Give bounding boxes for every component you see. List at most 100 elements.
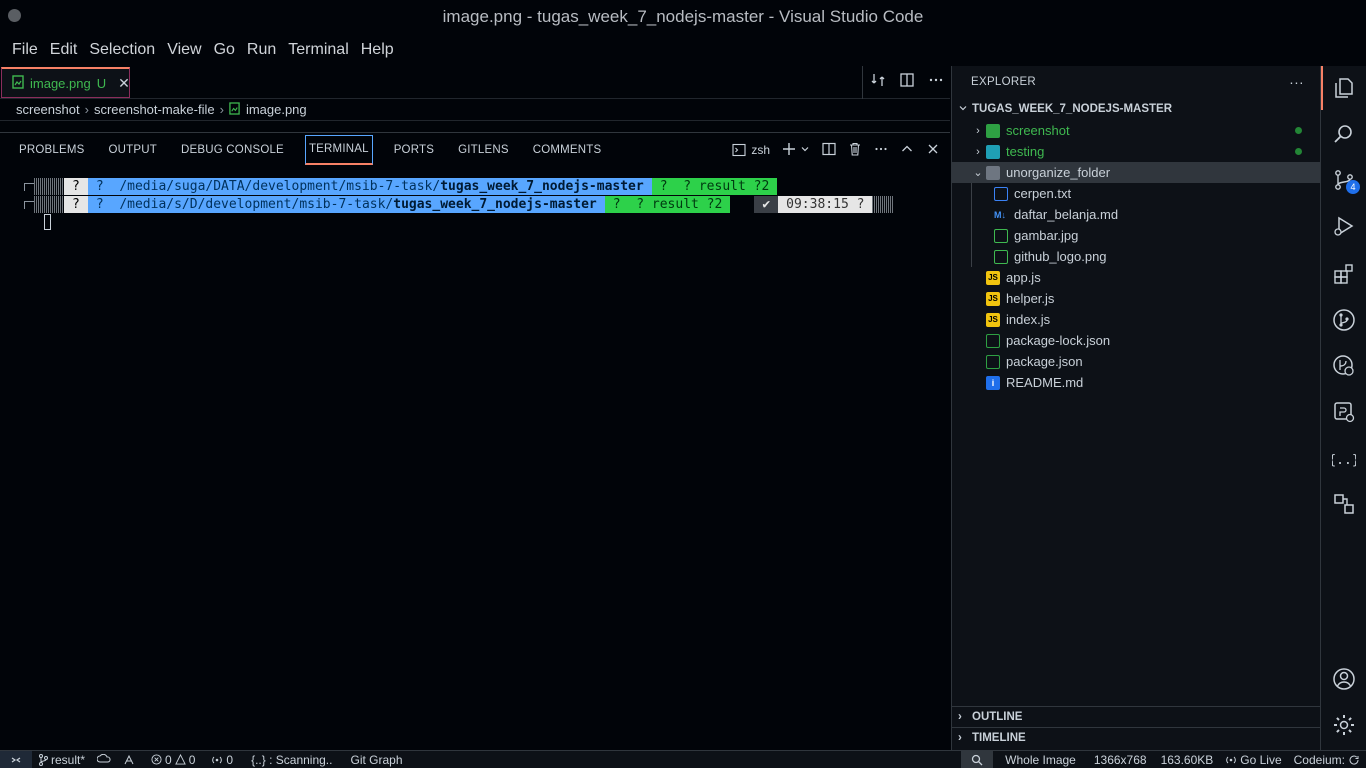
split-terminal-icon[interactable] [822, 142, 836, 159]
terminal-shell-selector[interactable]: zsh [732, 143, 770, 157]
tree-item-index-js[interactable]: JS index.js [952, 309, 1320, 330]
extensions-icon[interactable] [1332, 262, 1356, 286]
account-icon[interactable] [1332, 667, 1356, 691]
zoom-icon[interactable] [961, 751, 994, 768]
compare-changes-icon[interactable] [870, 72, 886, 93]
chevron-down-icon [958, 103, 972, 116]
go-live-button[interactable]: Go Live [1219, 753, 1287, 767]
tab-label: image.png [30, 75, 91, 91]
menu-help[interactable]: Help [355, 41, 400, 59]
git-graph-icon[interactable] [1332, 308, 1356, 332]
tree-item-label: package-lock.json [1006, 333, 1111, 348]
tree-item-testing[interactable]: › testing [952, 141, 1320, 162]
ports-status[interactable]: 0 [205, 753, 239, 767]
tree-item-screenshot[interactable]: › screenshot [952, 120, 1320, 141]
git-modified-dot [1295, 127, 1302, 134]
outline-section[interactable]: › OUTLINE [952, 706, 1321, 727]
prompt-dither [34, 178, 64, 195]
tab-image-png[interactable]: image.png U ✕ [1, 67, 130, 98]
tree-item-cerpen-txt[interactable]: cerpen.txt [952, 183, 1320, 204]
source-control-icon[interactable]: 4 [1332, 168, 1360, 194]
menu-run[interactable]: Run [241, 41, 282, 59]
json-file-icon [986, 333, 1000, 348]
close-icon[interactable]: ✕ [118, 75, 130, 92]
close-panel-icon[interactable] [926, 142, 940, 159]
refresh-icon [1349, 755, 1359, 765]
prompt-git-segment: ? ? result ?2 [651, 178, 778, 195]
window-title: image.png - tugas_week_7_nodejs-master -… [442, 7, 924, 26]
tree-item-readme-md[interactable]: i README.md [952, 372, 1320, 393]
tree-item-package-json[interactable]: package.json [952, 351, 1320, 372]
gear-icon[interactable] [1332, 713, 1356, 737]
gitlens-icon[interactable] [1332, 354, 1356, 378]
menu-selection[interactable]: Selection [83, 41, 161, 59]
breadcrumb-screenshot[interactable]: screenshot [16, 102, 80, 117]
search-icon[interactable] [1332, 122, 1356, 146]
tree-item-daftar-belanja-md[interactable]: M↓ daftar_belanja.md [952, 204, 1320, 225]
tree-item-unorganize-folder[interactable]: ⌄ unorganize_folder [952, 162, 1320, 183]
menu-file[interactable]: File [6, 41, 44, 59]
tab-output[interactable]: OUTPUT [97, 135, 169, 165]
tree-item-helper-js[interactable]: JS helper.js [952, 288, 1320, 309]
tree-item-package-lock-json[interactable]: package-lock.json [952, 330, 1320, 351]
js-file-icon: JS [986, 291, 1000, 306]
menu-terminal[interactable]: Terminal [282, 41, 354, 59]
tab-gitlens[interactable]: GITLENS [446, 135, 521, 165]
tree-item-github-logo-png[interactable]: github_logo.png [952, 246, 1320, 267]
tree-item-app-js[interactable]: JS app.js [952, 267, 1320, 288]
more-actions-icon[interactable]: ··· [1289, 74, 1304, 90]
image-file-icon [994, 249, 1008, 264]
prompt-path-segment: ? /media/s/D/development/msib-7-task/tug… [87, 196, 605, 213]
tab-terminal[interactable]: TERMINAL [304, 135, 373, 165]
menu-go[interactable]: Go [208, 41, 241, 59]
menu-edit[interactable]: Edit [44, 41, 84, 59]
tab-comments[interactable]: COMMENTS [521, 135, 614, 165]
chevron-right-icon: › [976, 124, 980, 137]
editor-actions [862, 66, 950, 99]
scanning-status[interactable]: {..} : Scanning.. [245, 753, 338, 767]
bottom-panel: PROBLEMS OUTPUT DEBUG CONSOLE TERMINAL P… [0, 133, 950, 750]
codeium-status[interactable]: Codeium: [1288, 753, 1366, 767]
trash-icon[interactable] [848, 142, 862, 159]
branch-status[interactable]: result* [32, 753, 91, 767]
run-debug-icon[interactable] [1332, 214, 1356, 238]
terminal-line-2: ? ? /media/s/D/development/msib-7-task/t… [34, 196, 895, 213]
menu-view[interactable]: View [161, 41, 207, 59]
git-graph-status[interactable]: Git Graph [344, 753, 408, 767]
git-modified-dot [1295, 148, 1302, 155]
json-braces-icon[interactable]: {..} [1328, 448, 1359, 472]
image-dimensions: 1366x768 [1093, 753, 1147, 767]
sync-icon[interactable] [91, 753, 117, 766]
timeline-section[interactable]: › TIMELINE [952, 727, 1321, 748]
chevron-down-icon[interactable] [800, 143, 810, 157]
warning-icon [174, 754, 186, 765]
prompt-os-segment: ? [64, 196, 88, 213]
tree-item-gambar-jpg[interactable]: gambar.jpg [952, 225, 1320, 246]
diagram-icon[interactable] [1332, 492, 1356, 516]
terminal-line-1: ? ? /media/suga/DATA/development/msib-7-… [34, 178, 778, 195]
terminal-output[interactable]: ? ? /media/suga/DATA/development/msib-7-… [0, 171, 950, 741]
breadcrumb-screenshot-make-file[interactable]: screenshot-make-file [94, 102, 215, 117]
prompt-status-segment: ✔ [754, 196, 779, 213]
tab-ports[interactable]: PORTS [382, 135, 446, 165]
workspace-root[interactable]: TUGAS_WEEK_7_NODEJS-MASTER [952, 98, 1320, 120]
prompt-path-segment: ? /media/suga/DATA/development/msib-7-ta… [87, 178, 652, 195]
problems-status[interactable]: 0 0 [145, 753, 201, 767]
status-bar: result* 0 0 0 {..} : Scanning.. Git Grap… [0, 750, 1366, 768]
image-zoom-mode[interactable]: Whole Image [999, 753, 1082, 767]
more-actions-icon[interactable] [874, 142, 888, 159]
maximize-panel-chevron-up-icon[interactable] [900, 142, 914, 159]
remote-explorer-icon[interactable] [1332, 400, 1356, 424]
more-actions-icon[interactable] [928, 72, 944, 93]
explorer-files-icon[interactable] [1321, 66, 1356, 110]
tab-debug-console[interactable]: DEBUG CONSOLE [169, 135, 296, 165]
split-editor-icon[interactable] [899, 72, 915, 93]
breadcrumb-image-png[interactable]: image.png [246, 102, 307, 117]
new-terminal-plus-icon[interactable] [782, 142, 796, 159]
tree-item-label: github_logo.png [1014, 249, 1107, 264]
remote-indicator-icon[interactable] [0, 750, 32, 768]
file-tree: › screenshot › testing ⌄ unorganize_fold… [952, 120, 1320, 393]
tab-problems[interactable]: PROBLEMS [7, 135, 97, 165]
live-share-icon[interactable] [117, 754, 141, 766]
editor-tabs: image.png U ✕ [0, 66, 950, 99]
